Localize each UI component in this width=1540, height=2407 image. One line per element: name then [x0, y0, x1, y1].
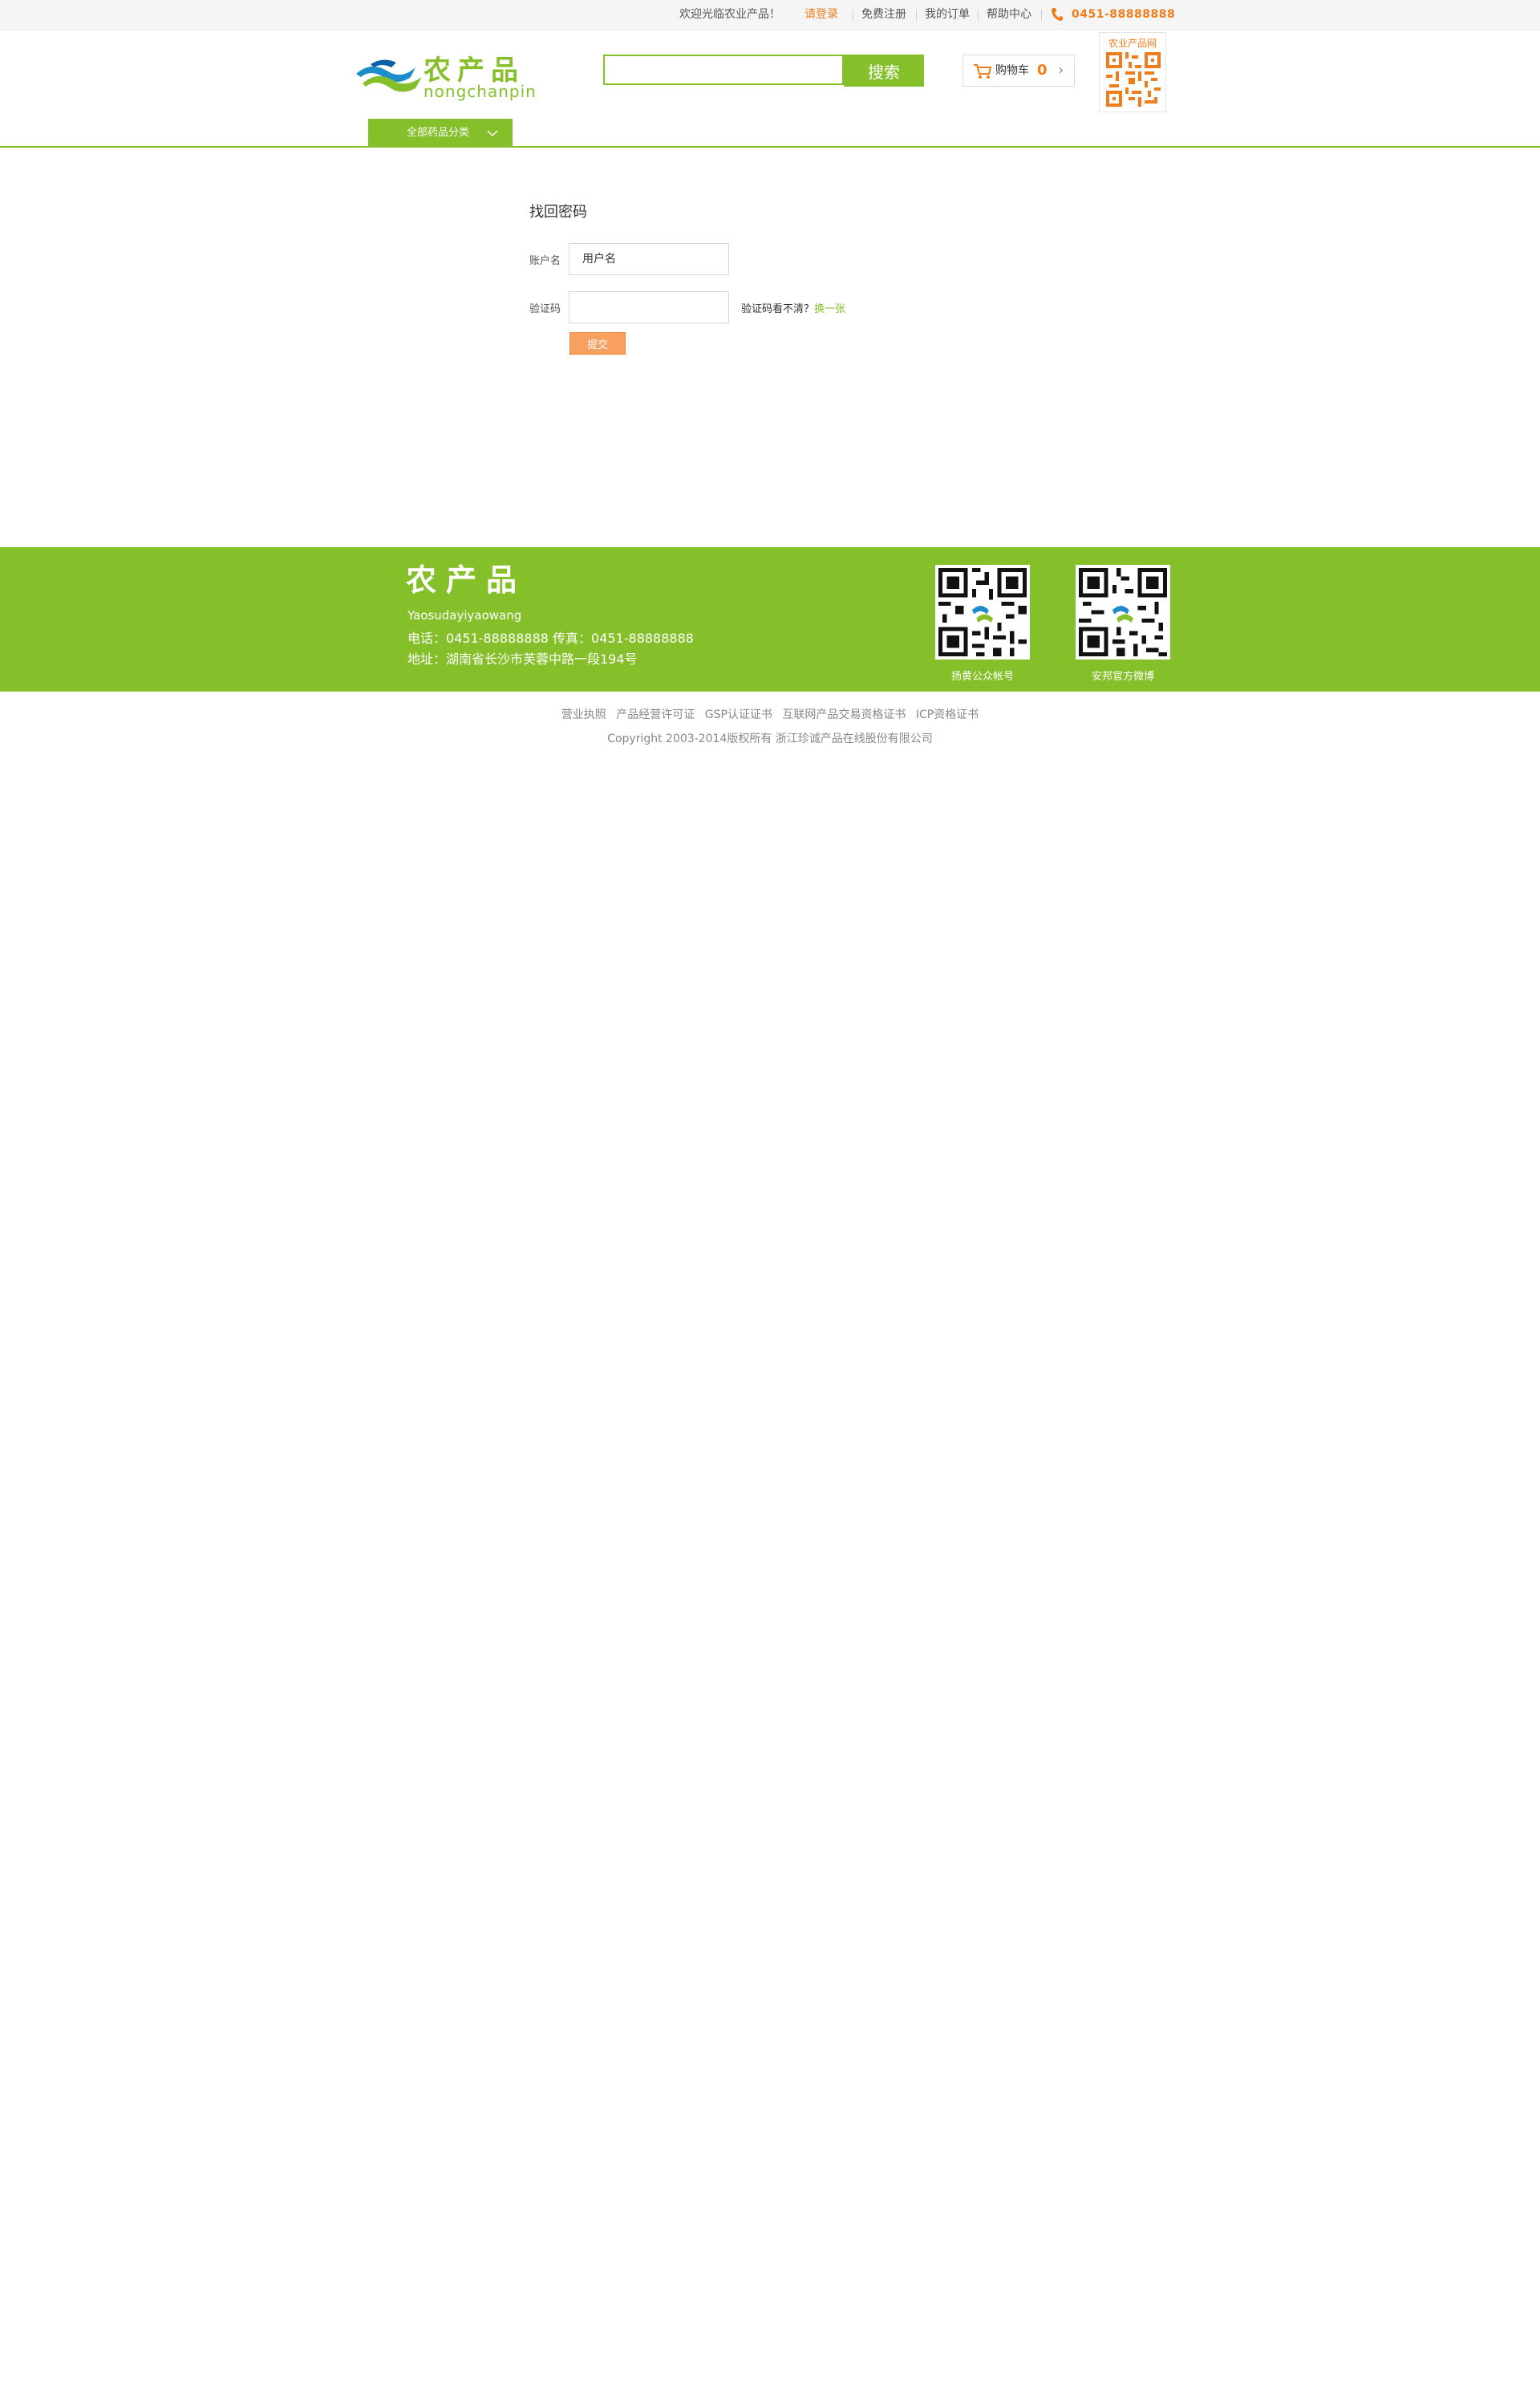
phone-icon: [1051, 7, 1064, 25]
cart-button[interactable]: 购物车 0 ›: [962, 55, 1075, 87]
footer-link-product-license[interactable]: 产品经营许可证: [616, 708, 695, 721]
hotline-number: 0451-88888888: [1072, 8, 1176, 21]
account-label: 账户名: [529, 255, 561, 267]
captcha-refresh-link[interactable]: 换一张: [814, 303, 845, 315]
footer-title: 农产品: [406, 562, 527, 598]
captcha-label: 验证码: [529, 303, 561, 315]
cart-count: 0: [1037, 62, 1048, 79]
divider: [1041, 10, 1042, 21]
account-input[interactable]: [569, 243, 729, 275]
search-button[interactable]: 搜索: [844, 55, 924, 87]
register-link[interactable]: 免费注册: [861, 0, 906, 29]
welcome-text: 欢迎光临农业产品！: [679, 8, 780, 21]
footer-link-gsp[interactable]: GSP认证证书: [705, 708, 772, 721]
help-center-link[interactable]: 帮助中心: [987, 0, 1031, 29]
footer-link-business-license[interactable]: 营业执照: [561, 708, 606, 721]
all-categories-label: 全部药品分类: [407, 127, 470, 139]
chevron-right-icon: ›: [1058, 62, 1064, 79]
chevron-down-icon: [487, 119, 498, 158]
logo-subtitle: nongchanpin: [424, 82, 537, 101]
page-title: 找回密码: [529, 204, 587, 221]
top-bar: 欢迎光临农业产品！ 请登录 免费注册 我的订单 帮助中心 0451-888888…: [0, 0, 1540, 30]
footer-link-icp[interactable]: ICP资格证书: [916, 708, 979, 721]
qr-code-icon: [935, 565, 1030, 660]
search-input[interactable]: [603, 55, 844, 85]
captcha-hint: 验证码看不清？换一张: [741, 300, 845, 315]
footer-address: 地址：湖南省长沙市芙蓉中路一段194号: [407, 651, 638, 667]
divider: [978, 10, 979, 21]
cart-label: 购物车: [995, 64, 1029, 77]
my-orders-link[interactable]: 我的订单: [925, 0, 970, 29]
footer-subtitle: Yaosudayiyaowang: [407, 608, 522, 623]
qr-code-icon: [1076, 565, 1170, 660]
qr-caption-wechat: 扬黄公众帐号: [950, 671, 1014, 683]
logo-mark[interactable]: [355, 50, 427, 103]
qr-caption: 农业产品网: [1108, 38, 1157, 49]
copyright-text: Copyright 2003-2014版权所有 浙江珍诚产品在线股份有限公司: [607, 733, 933, 745]
all-categories-tab[interactable]: 全部药品分类: [368, 119, 513, 148]
nav-divider: [0, 146, 1540, 148]
captcha-hint-text: 验证码看不清？: [741, 303, 815, 315]
qr-caption-weibo: 安邦官方微博: [1091, 671, 1154, 683]
qr-code-icon: [1106, 52, 1161, 110]
footer: 农产品 Yaosudayiyaowang 电话：0451-88888888 传真…: [0, 547, 1540, 692]
footer-links: 营业执照 产品经营许可证 GSP认证证书 互联网产品交易资格证书 ICP资格证书: [0, 706, 1540, 722]
footer-link-internet-trade[interactable]: 互联网产品交易资格证书: [782, 708, 906, 721]
login-link[interactable]: 请登录: [804, 0, 838, 29]
cart-icon: [973, 63, 992, 83]
submit-button[interactable]: 提交: [569, 332, 626, 355]
divider: [916, 10, 917, 21]
captcha-input[interactable]: [569, 291, 729, 323]
footer-contact: 电话：0451-88888888 传真：0451-88888888: [407, 631, 694, 646]
header-qr-box: 农业产品网: [1099, 32, 1166, 112]
